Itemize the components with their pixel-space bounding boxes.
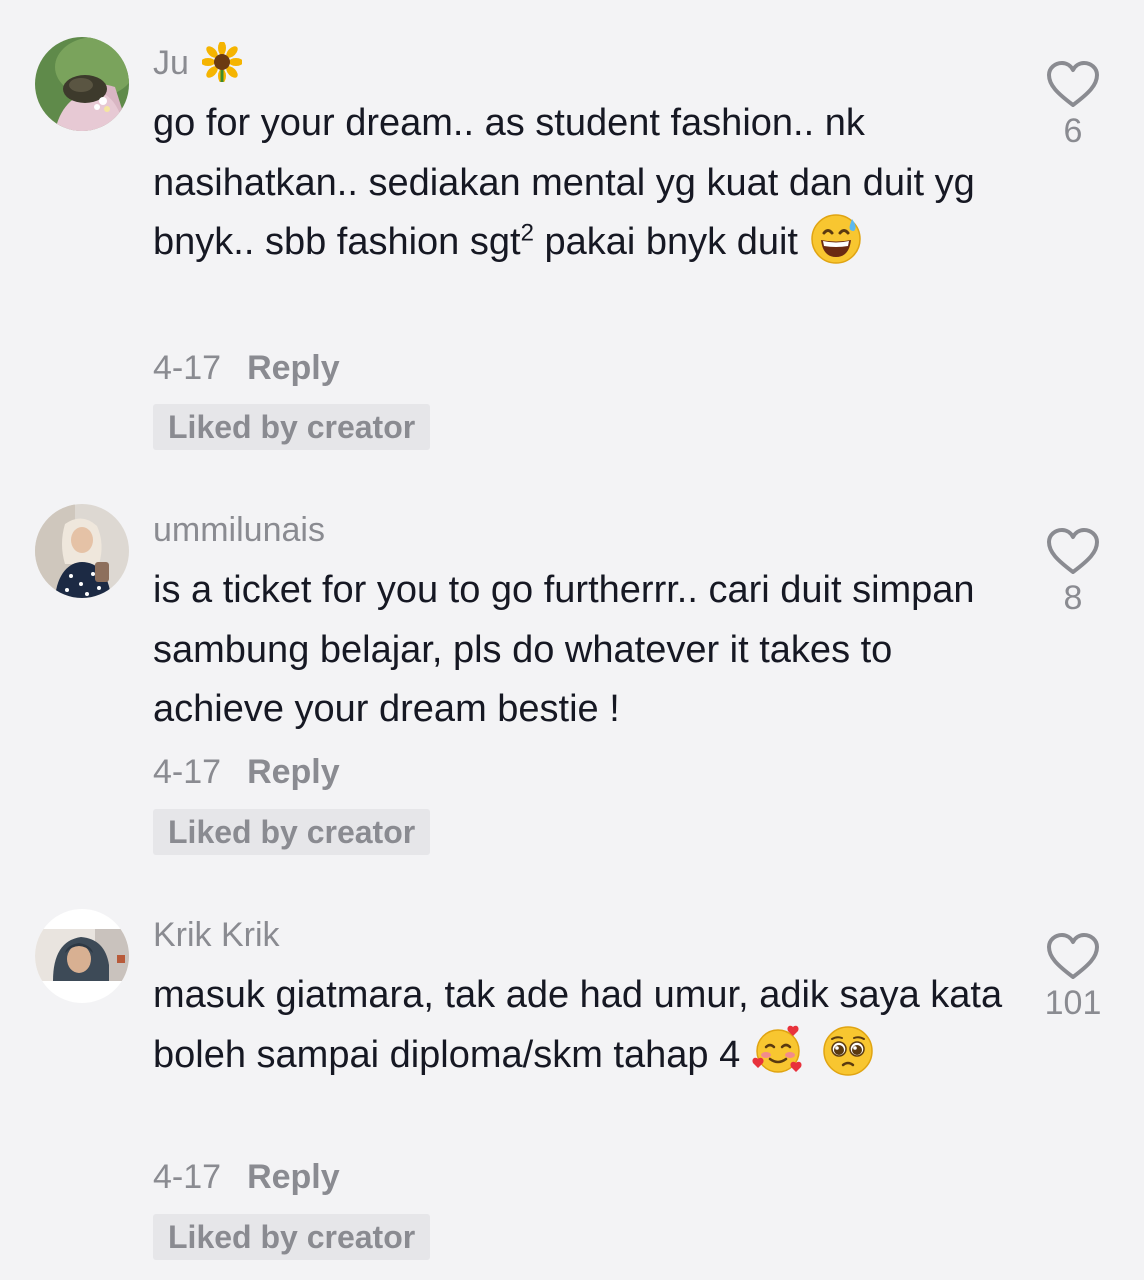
like-count: 8	[1063, 579, 1083, 617]
comment-item: Krik Krik masuk giatmara, tak ade had um…	[0, 909, 1144, 1269]
username-text: Ju	[153, 44, 189, 82]
comment-date: 4-17	[153, 1158, 222, 1196]
like-count: 6	[1063, 112, 1083, 150]
reply-button[interactable]: Reply	[247, 349, 340, 387]
comment-item: Ju go for your dream.. as student fashio…	[0, 37, 1144, 457]
comment-username[interactable]: Ju	[153, 41, 243, 85]
reply-button[interactable]: Reply	[247, 1158, 340, 1196]
username-text: Krik Krik	[153, 916, 280, 954]
comment-meta: 4-17 Reply	[153, 752, 340, 792]
like-button[interactable]: 6	[1038, 59, 1108, 151]
comment-text: masuk giatmara, tak ade had umur, adik s…	[153, 966, 1003, 1085]
heart-icon	[1047, 528, 1099, 574]
avatar[interactable]	[35, 504, 129, 598]
like-button[interactable]: 8	[1038, 526, 1108, 618]
avatar[interactable]	[35, 909, 129, 1003]
comment-date: 4-17	[153, 349, 222, 387]
sunflower-icon	[202, 42, 243, 83]
superscript: 2	[520, 219, 534, 247]
avatar-image	[35, 909, 129, 1003]
comment-meta: 4-17 Reply	[153, 348, 340, 388]
comment-text: go for your dream.. as student fashion..…	[153, 94, 1003, 273]
comment-date: 4-17	[153, 753, 222, 791]
comment-text: is a ticket for you to go furtherrr.. ca…	[153, 569, 975, 730]
username-text: ummilunais	[153, 511, 325, 549]
avatar-image	[35, 504, 129, 598]
comment-item: ummilunais is a ticket for you to go fur…	[0, 504, 1144, 864]
heart-icon	[1047, 61, 1099, 107]
liked-by-creator-badge: Liked by creator	[153, 809, 431, 855]
comment-username[interactable]: Krik Krik	[153, 913, 280, 957]
like-count: 101	[1044, 984, 1102, 1022]
smiling-hearts-emoji-icon	[752, 1025, 804, 1077]
comment-username[interactable]: ummilunais	[153, 508, 325, 552]
like-button[interactable]: 101	[1038, 931, 1108, 1023]
avatar[interactable]	[35, 37, 129, 131]
comment-text-part: masuk giatmara, tak ade had umur, adik s…	[153, 974, 1003, 1076]
pleading-face-emoji-icon	[822, 1025, 874, 1077]
comment-list: Ju go for your dream.. as student fashio…	[0, 0, 1144, 1280]
comment-meta: 4-17 Reply	[153, 1157, 340, 1197]
liked-by-creator-badge: Liked by creator	[153, 1214, 431, 1260]
liked-by-creator-badge: Liked by creator	[153, 404, 431, 450]
grinning-sweat-emoji-icon	[810, 213, 862, 265]
reply-button[interactable]: Reply	[247, 753, 340, 791]
avatar-image	[35, 37, 129, 131]
comment-text-part: pakai bnyk duit	[533, 221, 798, 263]
heart-icon	[1047, 933, 1099, 979]
